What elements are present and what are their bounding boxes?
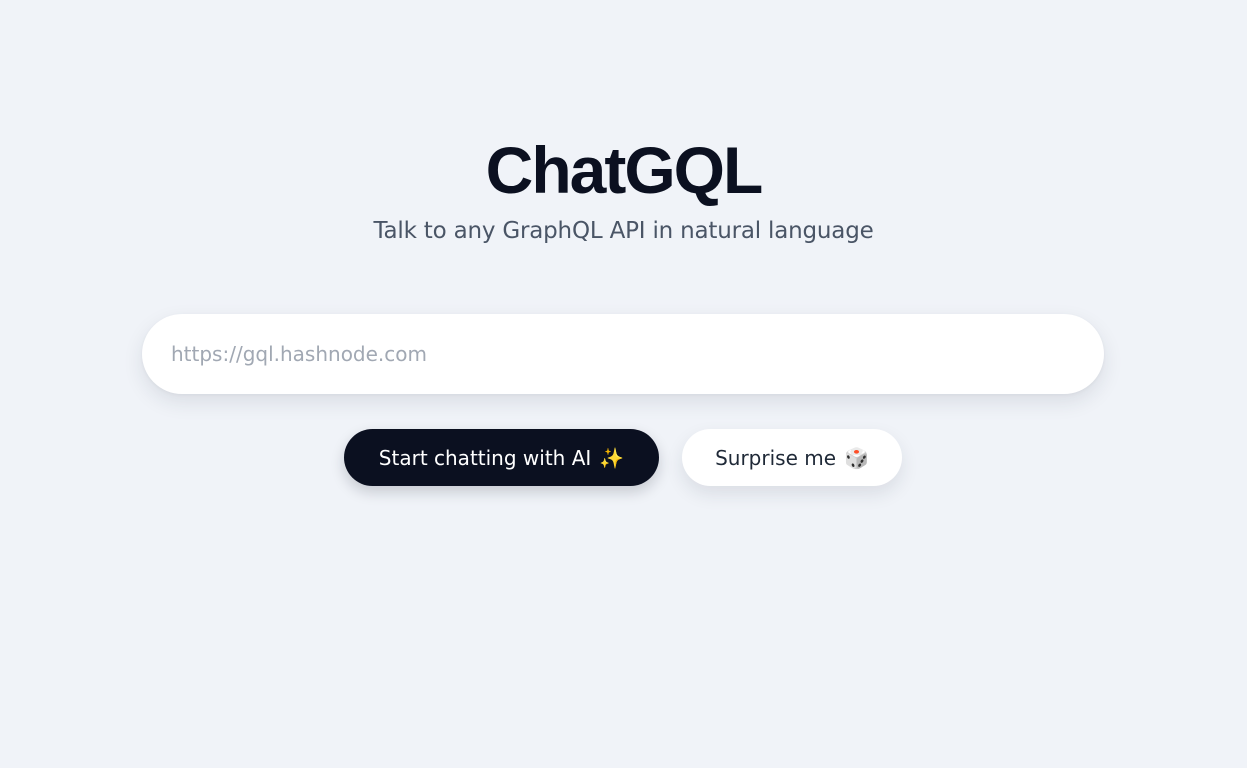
sparkles-icon: ✨ bbox=[599, 445, 625, 470]
page-subtitle: Talk to any GraphQL API in natural langu… bbox=[373, 218, 874, 244]
dice-icon: 🎲 bbox=[844, 445, 869, 470]
surprise-me-label: Surprise me bbox=[715, 445, 837, 470]
landing-page: ChatGQL Talk to any GraphQL API in natur… bbox=[0, 0, 1247, 768]
start-chatting-button[interactable]: Start chatting with AI ✨ bbox=[344, 429, 659, 486]
page-title: ChatGQL bbox=[485, 133, 764, 208]
start-chatting-label: Start chatting with AI bbox=[378, 445, 592, 470]
surprise-me-button[interactable]: Surprise me 🎲 bbox=[682, 429, 902, 486]
graphql-url-input[interactable] bbox=[142, 314, 1104, 394]
